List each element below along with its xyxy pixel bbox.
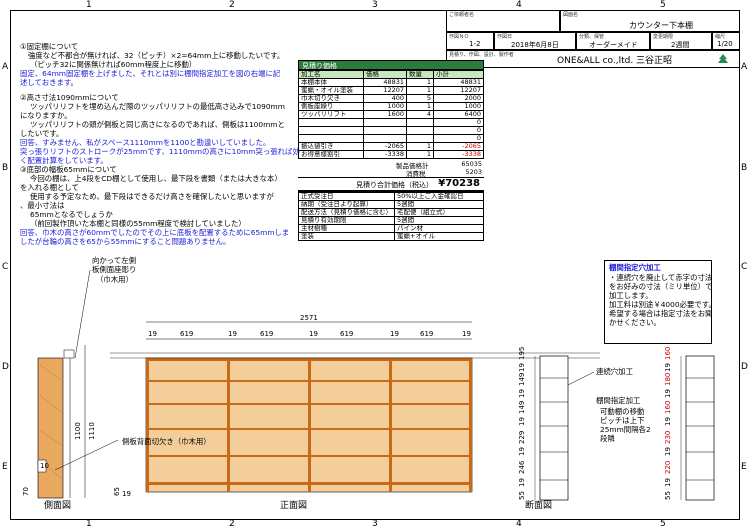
side-view xyxy=(37,269,119,499)
section-view-2 xyxy=(680,355,715,501)
front-view xyxy=(110,321,600,493)
section-view-1 xyxy=(534,355,595,501)
front-view-title: 正面図 xyxy=(280,501,308,511)
shelf-hole-info-box: 棚間指定穴加工 ・連続穴を廃止して赤字の寸法 をお好みの寸法（ミリ単位）で 加工… xyxy=(604,260,716,344)
side-view-title: 側面図 xyxy=(44,501,72,511)
section-view-title: 断面図 xyxy=(525,501,553,511)
